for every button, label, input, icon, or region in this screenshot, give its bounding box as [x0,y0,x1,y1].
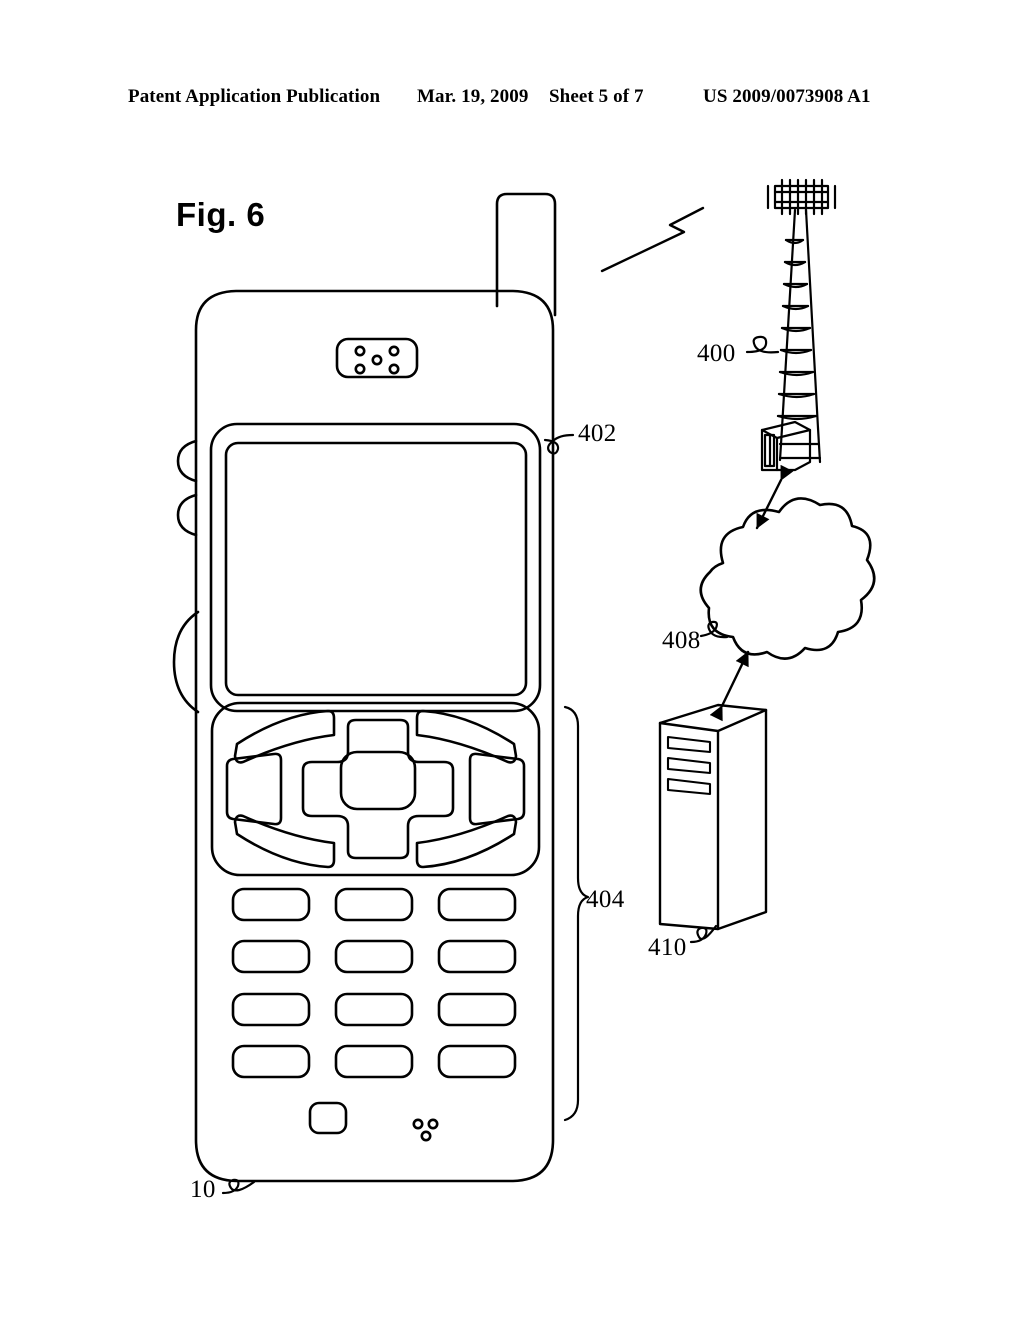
keypad-key[interactable] [437,992,517,1027]
antenna-stub [495,192,557,317]
keypad-key[interactable] [334,939,414,974]
display-screen[interactable] [224,441,528,697]
cloud-server-link [709,650,750,722]
reference-numeral-402: 402 [578,420,617,447]
network-cloud[interactable] [699,497,876,660]
side-key-right[interactable] [468,752,526,826]
reference-numeral-10: 10 [190,1176,216,1203]
reference-numeral-410: 410 [648,934,687,961]
soft-key-top-right[interactable] [415,709,518,764]
center-select-key[interactable] [339,750,417,811]
keypad-key[interactable] [437,939,517,974]
soft-key-top-left[interactable] [233,709,336,764]
reference-numeral-400: 400 [697,340,736,367]
soft-key-bottom-right[interactable] [415,814,518,869]
edge-button-lower[interactable] [172,610,200,714]
edge-button-upper[interactable] [176,439,198,483]
tower-equipment-shelter [760,420,812,472]
wireless-rf-link-lightning-icon [600,206,705,273]
four-way-directional-pad[interactable] [301,718,455,860]
soft-key-bottom-left[interactable] [233,814,336,869]
navigation-cluster[interactable] [210,701,541,877]
numeric-keypad[interactable] [231,887,517,1079]
keypad-key[interactable] [437,887,517,922]
keypad-key[interactable] [334,1044,414,1079]
patent-figure-drawing [172,178,876,1195]
keypad-key[interactable] [231,1044,311,1079]
microphone-holes [412,1118,439,1142]
earpiece-speaker-grille [335,337,419,379]
edge-button-middle[interactable] [176,493,198,537]
tower-antenna-array [766,178,837,216]
reference-numeral-408: 408 [662,627,701,654]
leader-brace-404 [563,705,590,1122]
server-computer[interactable] [658,703,768,931]
bottom-function-button[interactable] [308,1101,348,1135]
keypad-key[interactable] [231,887,311,922]
keypad-key[interactable] [231,992,311,1027]
mobile-handset[interactable] [172,192,557,1183]
tower-cloud-link [755,464,794,530]
keypad-key[interactable] [334,887,414,922]
keypad-key[interactable] [334,992,414,1027]
leader-line-400 [745,335,780,354]
cellular-base-station-tower[interactable] [760,178,837,472]
keypad-key[interactable] [437,1044,517,1079]
server-front-face [658,708,768,931]
server-drive-bays [666,735,712,796]
leader-line-402 [543,433,575,455]
keypad-key[interactable] [231,939,311,974]
display-bezel [209,422,542,713]
side-key-left[interactable] [225,752,283,826]
reference-numeral-404: 404 [586,886,625,913]
